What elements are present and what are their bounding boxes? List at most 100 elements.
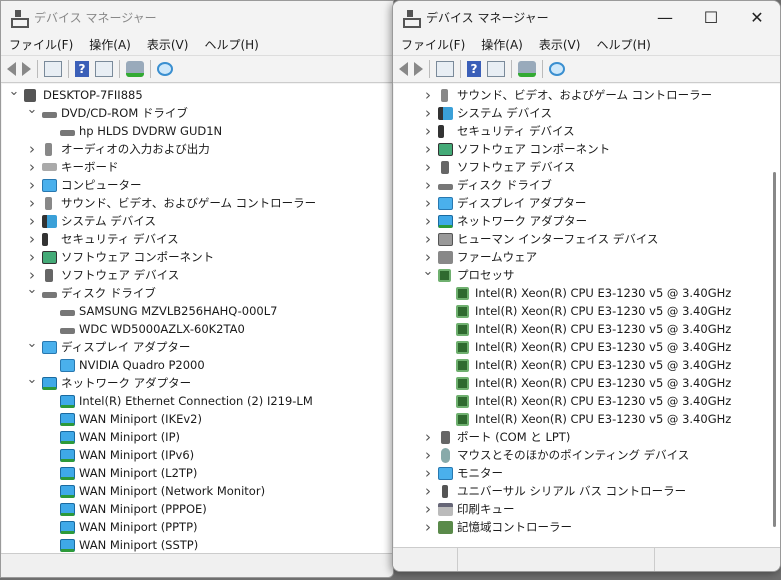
tree-item[interactable]: hp HLDS DVDRW GUD1N: [2, 122, 381, 140]
tree-item[interactable]: › ヒューマン インターフェイス デバイス: [394, 230, 768, 248]
menu-view[interactable]: 表示(V): [147, 36, 189, 53]
chevron-right-icon[interactable]: ›: [422, 158, 434, 176]
tree-item[interactable]: › コンピューター: [2, 176, 381, 194]
tree-item[interactable]: › システム デバイス: [394, 104, 768, 122]
tree-item[interactable]: › ソフトウェア コンポーネント: [2, 248, 381, 266]
tree-item[interactable]: › キーボード: [2, 158, 381, 176]
tree-item[interactable]: › ファームウェア: [394, 248, 768, 266]
tree-item[interactable]: Intel(R) Xeon(R) CPU E3-1230 v5 @ 3.40GH…: [394, 302, 768, 320]
tree-item[interactable]: › モニター: [394, 464, 768, 482]
menu-file[interactable]: ファイル(F): [401, 36, 465, 53]
tree-item[interactable]: › システム デバイス: [2, 212, 381, 230]
chevron-right-icon[interactable]: ›: [422, 464, 434, 482]
tree-item[interactable]: ⌄ DESKTOP-7FII885: [2, 84, 381, 104]
tree-item[interactable]: Intel(R) Xeon(R) CPU E3-1230 v5 @ 3.40GH…: [394, 392, 768, 410]
tree-item[interactable]: ⌄ プロセッサ: [394, 264, 768, 284]
tree-item[interactable]: Intel(R) Xeon(R) CPU E3-1230 v5 @ 3.40GH…: [394, 320, 768, 338]
tree-item[interactable]: Intel(R) Xeon(R) CPU E3-1230 v5 @ 3.40GH…: [394, 338, 768, 356]
help-icon[interactable]: ?: [467, 61, 481, 77]
tree-item[interactable]: › 記憶域コントローラー: [394, 518, 768, 536]
menu-action[interactable]: 操作(A): [89, 36, 131, 53]
tree-item[interactable]: Intel(R) Xeon(R) CPU E3-1230 v5 @ 3.40GH…: [394, 410, 768, 428]
chevron-right-icon[interactable]: ›: [26, 230, 38, 248]
tree-item[interactable]: › ユニバーサル シリアル バス コントローラー: [394, 482, 768, 500]
chevron-right-icon[interactable]: ›: [422, 122, 434, 140]
menu-action[interactable]: 操作(A): [481, 36, 523, 53]
chevron-right-icon[interactable]: ›: [26, 248, 38, 266]
tree-item[interactable]: › ディスプレイ アダプター: [394, 194, 768, 212]
close-button[interactable]: ✕: [734, 1, 780, 33]
tree-item[interactable]: › ソフトウェア コンポーネント: [394, 140, 768, 158]
show-hide-console-tree-icon[interactable]: [436, 61, 454, 77]
tree-item[interactable]: NVIDIA Quadro P2000: [2, 356, 381, 374]
tree-item[interactable]: › オーディオの入力および出力: [2, 140, 381, 158]
forward-icon[interactable]: [22, 62, 31, 76]
help-icon[interactable]: ?: [75, 61, 89, 77]
scrollbar-thumb[interactable]: [773, 172, 776, 527]
chevron-right-icon[interactable]: ›: [422, 140, 434, 158]
chevron-right-icon[interactable]: ›: [422, 446, 434, 464]
chevron-right-icon[interactable]: ›: [422, 176, 434, 194]
chevron-down-icon[interactable]: ⌄: [26, 102, 38, 117]
scan-hardware-icon[interactable]: [157, 62, 173, 76]
chevron-down-icon[interactable]: ⌄: [26, 336, 38, 351]
tree-item[interactable]: WAN Miniport (PPTP): [2, 518, 381, 536]
tree-item[interactable]: WAN Miniport (Network Monitor): [2, 482, 381, 500]
tree-item[interactable]: › 印刷キュー: [394, 500, 768, 518]
chevron-right-icon[interactable]: ›: [422, 428, 434, 446]
tree-item[interactable]: › セキュリティ デバイス: [2, 230, 381, 248]
tree-item[interactable]: Intel(R) Ethernet Connection (2) I219-LM: [2, 392, 381, 410]
tree-item[interactable]: › ネットワーク アダプター: [394, 212, 768, 230]
show-action-pane-icon[interactable]: [487, 61, 505, 77]
tree-item[interactable]: ⌄ ディスク ドライブ: [2, 282, 381, 302]
show-hide-console-tree-icon[interactable]: [44, 61, 62, 77]
tree-item[interactable]: WAN Miniport (IP): [2, 428, 381, 446]
back-icon[interactable]: [7, 62, 16, 76]
tree-item[interactable]: Intel(R) Xeon(R) CPU E3-1230 v5 @ 3.40GH…: [394, 284, 768, 302]
back-icon[interactable]: [399, 62, 408, 76]
tree-item[interactable]: › サウンド、ビデオ、およびゲーム コントローラー: [394, 86, 768, 104]
menu-help[interactable]: ヘルプ(H): [204, 36, 258, 53]
chevron-right-icon[interactable]: ›: [422, 230, 434, 248]
chevron-down-icon[interactable]: ⌄: [422, 264, 434, 279]
tree-item[interactable]: WDC WD5000AZLX-60K2TA0: [2, 320, 381, 338]
tree-item[interactable]: Intel(R) Xeon(R) CPU E3-1230 v5 @ 3.40GH…: [394, 374, 768, 392]
forward-icon[interactable]: [414, 62, 423, 76]
chevron-right-icon[interactable]: ›: [26, 176, 38, 194]
chevron-right-icon[interactable]: ›: [422, 86, 434, 104]
tree-item[interactable]: WAN Miniport (SSTP): [2, 536, 381, 554]
tree-item[interactable]: WAN Miniport (IPv6): [2, 446, 381, 464]
chevron-down-icon[interactable]: ⌄: [26, 372, 38, 387]
chevron-right-icon[interactable]: ›: [26, 212, 38, 230]
chevron-down-icon[interactable]: ⌄: [26, 282, 38, 297]
chevron-right-icon[interactable]: ›: [422, 194, 434, 212]
minimize-button[interactable]: —: [642, 1, 688, 33]
chevron-right-icon[interactable]: ›: [26, 158, 38, 176]
vertical-scrollbar[interactable]: [768, 84, 780, 547]
chevron-right-icon[interactable]: ›: [26, 194, 38, 212]
chevron-right-icon[interactable]: ›: [422, 482, 434, 500]
menu-file[interactable]: ファイル(F): [9, 36, 73, 53]
chevron-right-icon[interactable]: ›: [422, 212, 434, 230]
tree-item[interactable]: ⌄ ディスプレイ アダプター: [2, 336, 381, 356]
show-action-pane-icon[interactable]: [95, 61, 113, 77]
chevron-right-icon[interactable]: ›: [422, 104, 434, 122]
tree-item[interactable]: › ディスク ドライブ: [394, 176, 768, 194]
chevron-right-icon[interactable]: ›: [422, 518, 434, 536]
chevron-down-icon[interactable]: ⌄: [8, 84, 20, 99]
tree-item[interactable]: › ポート (COM と LPT): [394, 428, 768, 446]
tree-item[interactable]: WAN Miniport (PPPOE): [2, 500, 381, 518]
tree-item[interactable]: Intel(R) Xeon(R) CPU E3-1230 v5 @ 3.40GH…: [394, 356, 768, 374]
menu-help[interactable]: ヘルプ(H): [596, 36, 650, 53]
menu-view[interactable]: 表示(V): [539, 36, 581, 53]
tree-item[interactable]: WAN Miniport (IKEv2): [2, 410, 381, 428]
tree-item[interactable]: › ソフトウェア デバイス: [394, 158, 768, 176]
tree-item[interactable]: › マウスとそのほかのポインティング デバイス: [394, 446, 768, 464]
tree-item[interactable]: ⌄ DVD/CD-ROM ドライブ: [2, 102, 381, 122]
tree-item[interactable]: › セキュリティ デバイス: [394, 122, 768, 140]
update-driver-icon[interactable]: [126, 61, 144, 77]
update-driver-icon[interactable]: [518, 61, 536, 77]
tree-item[interactable]: SAMSUNG MZVLB256HAHQ-000L7: [2, 302, 381, 320]
chevron-right-icon[interactable]: ›: [26, 140, 38, 158]
tree-item[interactable]: ⌄ ネットワーク アダプター: [2, 372, 381, 392]
